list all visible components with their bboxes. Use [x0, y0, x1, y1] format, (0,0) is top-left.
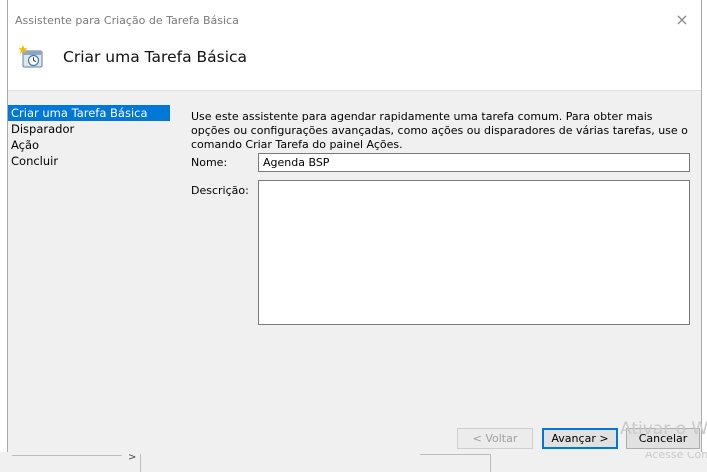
wizard-header: Criar uma Tarefa Básica — [8, 38, 701, 90]
name-field[interactable] — [258, 153, 690, 172]
cancel-button[interactable]: Cancelar — [626, 428, 700, 449]
page-title: Criar uma Tarefa Básica — [63, 48, 248, 66]
wizard-dialog: Assistente para Criação de Tarefa Básica… — [7, 0, 702, 452]
sidebar-item-concluir[interactable]: Concluir — [8, 153, 178, 169]
background-taskbar-strip: > — [0, 452, 707, 472]
title-bar[interactable]: Assistente para Criação de Tarefa Básica… — [8, 0, 701, 38]
background-window-edge — [0, 0, 7, 472]
back-button[interactable]: < Voltar — [457, 428, 533, 449]
wizard-content: Use este assistente para agendar rapidam… — [191, 110, 691, 152]
task-scheduler-icon — [19, 45, 43, 68]
next-button[interactable]: Avançar > — [542, 428, 618, 449]
wizard-steps-sidebar: Criar uma Tarefa Básica Disparador Ação … — [8, 105, 178, 169]
description-field[interactable] — [258, 180, 690, 325]
description-label: Descrição: — [191, 184, 249, 197]
sidebar-item-disparador[interactable]: Disparador — [8, 121, 178, 137]
sidebar-item-acao[interactable]: Ação — [8, 137, 178, 153]
intro-text: Use este assistente para agendar rapidam… — [191, 110, 688, 151]
name-label: Nome: — [191, 156, 228, 169]
close-button[interactable]: × — [671, 9, 693, 31]
window-title: Assistente para Criação de Tarefa Básica — [15, 14, 239, 27]
sidebar-item-criar-tarefa[interactable]: Criar uma Tarefa Básica — [8, 105, 170, 121]
